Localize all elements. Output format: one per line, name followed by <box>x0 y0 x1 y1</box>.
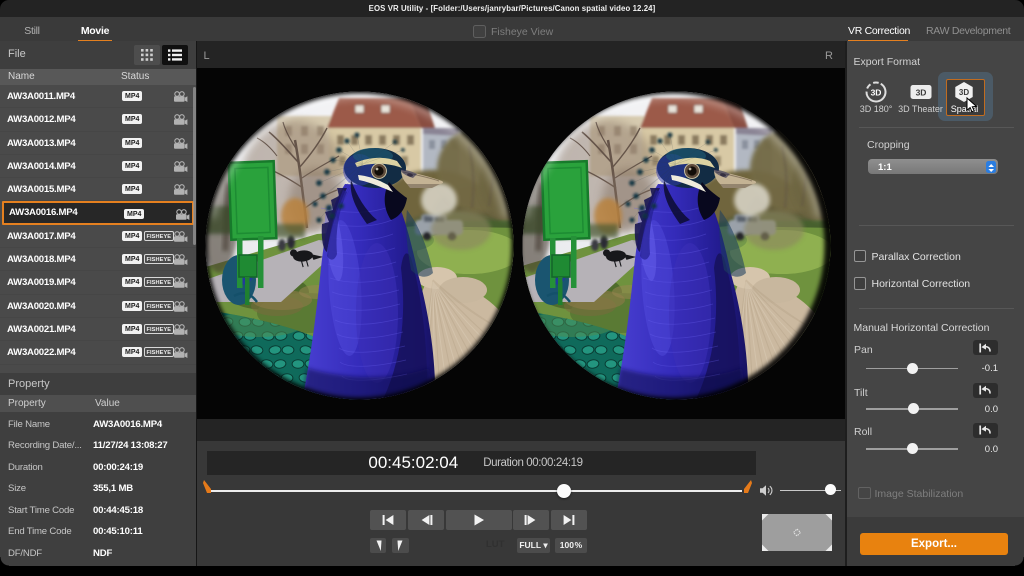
svg-text:3D: 3D <box>871 88 882 98</box>
svg-text:3D: 3D <box>958 88 968 97</box>
svg-text:3D: 3D <box>915 88 926 98</box>
